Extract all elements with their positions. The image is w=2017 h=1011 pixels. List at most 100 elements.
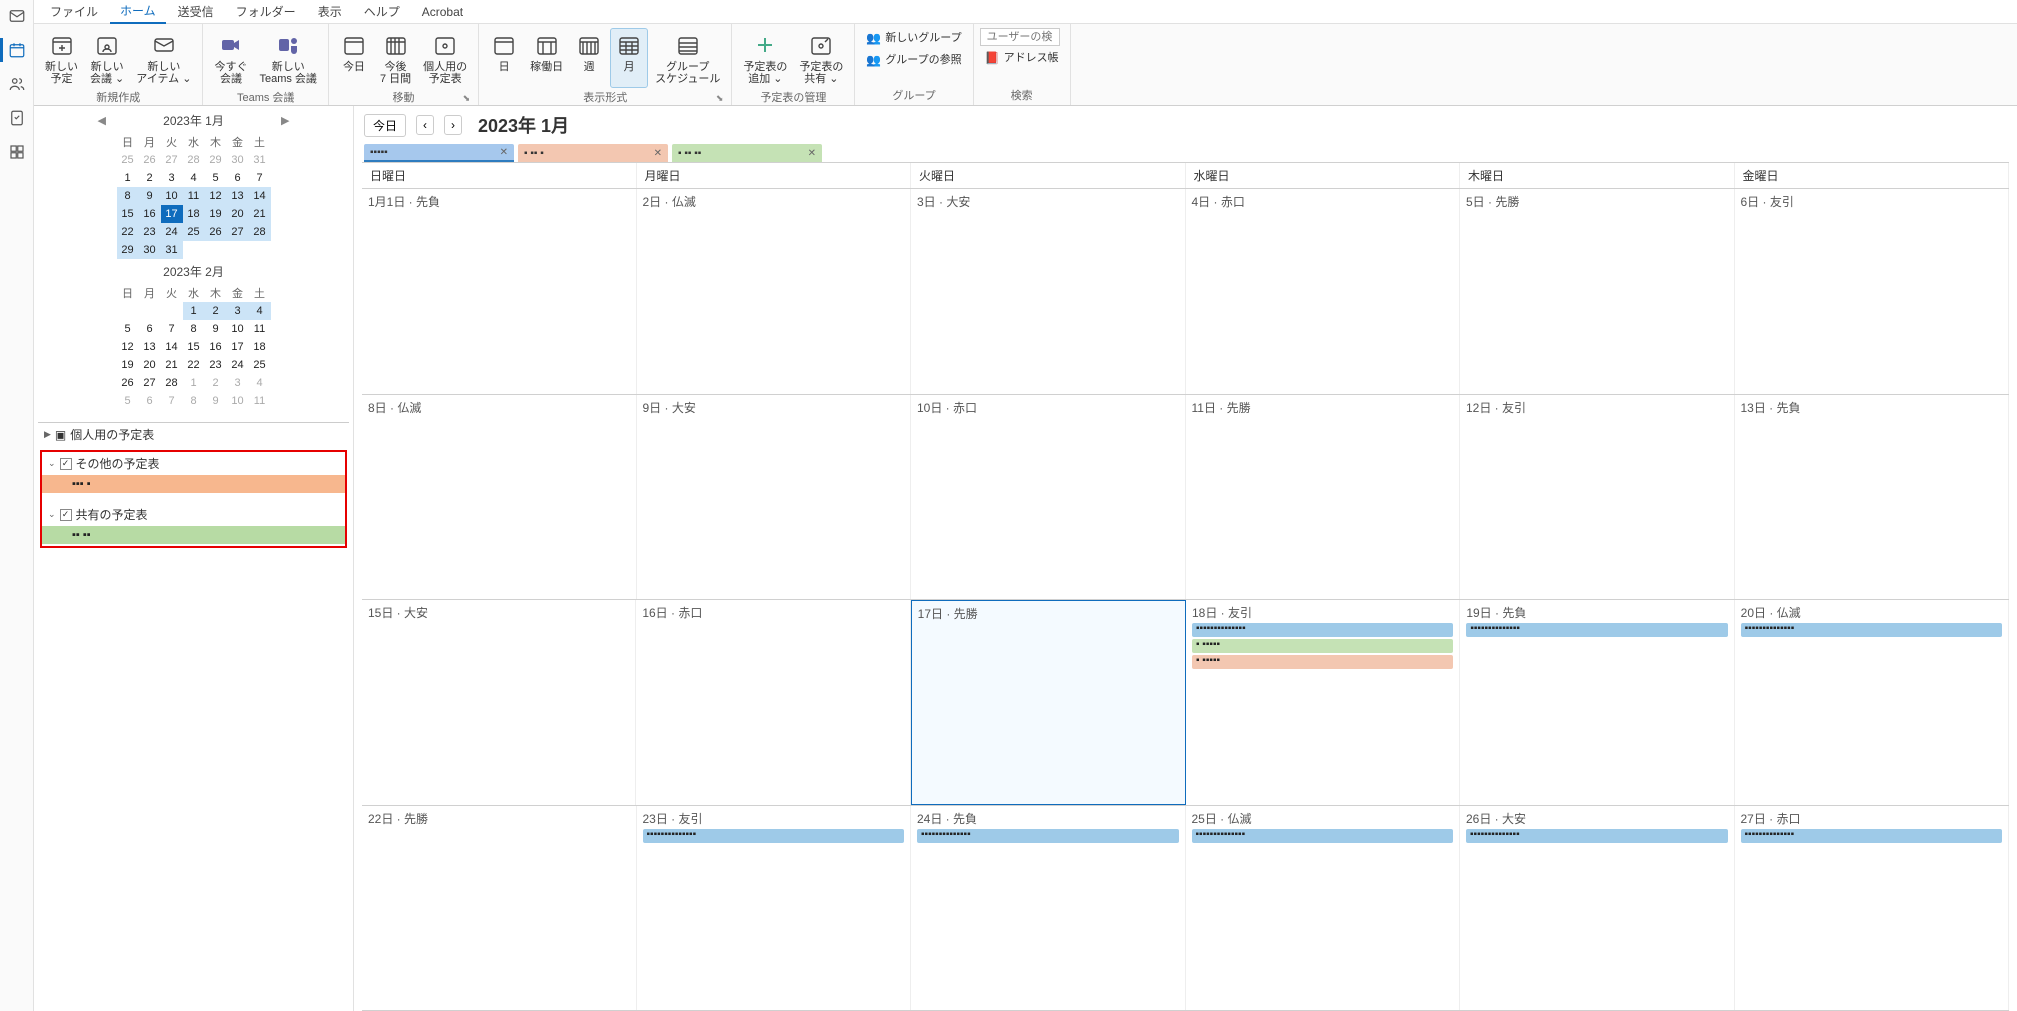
minical-day[interactable]: 27 xyxy=(227,223,249,241)
minical-day[interactable]: 26 xyxy=(205,223,227,241)
calendar-item-shared[interactable]: ▪▪ ▪▪ xyxy=(42,526,345,544)
minical-day[interactable]: 26 xyxy=(117,374,139,392)
minical-day[interactable]: 16 xyxy=(205,338,227,356)
meet-now-button[interactable]: 今すぐ 会議 xyxy=(209,28,252,88)
minical-grid[interactable]: 日月火水木金土252627282930311234567891011121314… xyxy=(117,133,271,259)
minical-day[interactable] xyxy=(249,241,271,259)
minical-day[interactable]: 17 xyxy=(227,338,249,356)
event-item[interactable]: ▪▪▪▪▪▪▪▪▪▪▪▪▪▪ xyxy=(1741,623,2002,637)
address-book-button[interactable]: 📕アドレス帳 xyxy=(980,48,1064,68)
minical-day[interactable]: 22 xyxy=(183,356,205,374)
launcher-icon[interactable]: ⬊ xyxy=(716,93,724,104)
view-week-button[interactable]: 週 xyxy=(570,28,608,88)
minical-day[interactable]: 3 xyxy=(227,374,249,392)
minical-day[interactable]: 31 xyxy=(249,151,271,169)
view-workweek-button[interactable]: 稼働日 xyxy=(525,28,568,88)
minical-day[interactable]: 1 xyxy=(117,169,139,187)
tab-sendreceive[interactable]: 送受信 xyxy=(168,0,224,23)
minical-day[interactable]: 23 xyxy=(139,223,161,241)
minical-day[interactable]: 4 xyxy=(249,374,271,392)
minical-day[interactable]: 25 xyxy=(183,223,205,241)
minical-day[interactable]: 3 xyxy=(161,169,183,187)
minical-day[interactable]: 18 xyxy=(183,205,205,223)
day-cell[interactable]: 4日 · 赤口 xyxy=(1186,189,1461,394)
event-item[interactable]: ▪▪▪▪▪▪▪▪▪▪▪▪▪▪ xyxy=(1192,623,1453,637)
other-calendars-header[interactable]: ⌄ ✓ その他の予定表 xyxy=(42,452,345,475)
minical-day[interactable]: 9 xyxy=(205,392,227,410)
more-icon[interactable] xyxy=(7,142,27,162)
minical-day[interactable] xyxy=(161,302,183,320)
view-day-button[interactable]: 日 xyxy=(485,28,523,88)
minical-day[interactable]: 26 xyxy=(139,151,161,169)
minical-day[interactable]: 15 xyxy=(183,338,205,356)
new-items-button[interactable]: 新しい アイテム ⌄ xyxy=(131,28,196,88)
day-cell[interactable]: 3日 · 大安 xyxy=(911,189,1186,394)
minical-day[interactable]: 9 xyxy=(139,187,161,205)
launcher-icon[interactable]: ⬊ xyxy=(463,93,471,104)
minical-day[interactable]: 15 xyxy=(117,205,139,223)
minical-day[interactable]: 19 xyxy=(117,356,139,374)
tab-help[interactable]: ヘルプ xyxy=(354,0,410,23)
minical-day[interactable]: 12 xyxy=(117,338,139,356)
minical-day[interactable]: 2 xyxy=(205,302,227,320)
personal-calendar-button[interactable]: 個人用の 予定表 xyxy=(418,28,472,88)
minical-day[interactable]: 7 xyxy=(161,392,183,410)
event-item[interactable]: ▪ ▪▪▪▪▪ xyxy=(1192,639,1453,653)
minical-day[interactable] xyxy=(205,241,227,259)
close-icon[interactable]: ✕ xyxy=(808,148,816,159)
event-item[interactable]: ▪▪▪▪▪▪▪▪▪▪▪▪▪▪ xyxy=(917,829,1179,843)
minical-day[interactable]: 25 xyxy=(249,356,271,374)
checkbox-icon[interactable]: ✓ xyxy=(60,509,72,521)
people-icon[interactable] xyxy=(7,74,27,94)
minical-day[interactable]: 29 xyxy=(117,241,139,259)
close-icon[interactable]: ✕ xyxy=(500,147,508,158)
view-month-button[interactable]: 月 xyxy=(610,28,648,88)
next-period-button[interactable]: › xyxy=(444,115,462,135)
minical-day[interactable]: 4 xyxy=(249,302,271,320)
event-item[interactable]: ▪ ▪▪▪▪▪ xyxy=(1192,655,1453,669)
event-item[interactable]: ▪▪▪▪▪▪▪▪▪▪▪▪▪▪ xyxy=(1466,623,1727,637)
day-cell[interactable]: 5日 · 先勝 xyxy=(1460,189,1735,394)
month-grid[interactable]: 1月1日 · 先負2日 · 仏滅3日 · 大安4日 · 赤口5日 · 先勝6日 … xyxy=(362,189,2009,1011)
minical-day[interactable]: 23 xyxy=(205,356,227,374)
minical-day[interactable]: 16 xyxy=(139,205,161,223)
minical-day[interactable]: 5 xyxy=(117,320,139,338)
minical-day[interactable]: 6 xyxy=(139,392,161,410)
day-cell[interactable]: 1月1日 · 先負 xyxy=(362,189,637,394)
minical-day[interactable]: 13 xyxy=(227,187,249,205)
event-item[interactable]: ▪▪▪▪▪▪▪▪▪▪▪▪▪▪ xyxy=(1192,829,1454,843)
day-cell[interactable]: 18日 · 友引▪▪▪▪▪▪▪▪▪▪▪▪▪▪▪ ▪▪▪▪▪▪ ▪▪▪▪▪ xyxy=(1186,600,1460,805)
overlay-tab[interactable]: ▪▪▪▪▪✕ xyxy=(364,144,514,162)
next-month-icon[interactable]: ▶ xyxy=(277,114,293,127)
minical-day[interactable]: 11 xyxy=(183,187,205,205)
day-cell[interactable]: 17日 · 先勝 xyxy=(911,600,1186,805)
next-7-days-button[interactable]: 今後 7 日間 xyxy=(375,28,416,88)
view-schedule-button[interactable]: グループ スケジュール xyxy=(650,28,725,88)
minical-day[interactable]: 28 xyxy=(249,223,271,241)
checkbox-icon[interactable]: ✓ xyxy=(60,458,72,470)
day-cell[interactable]: 26日 · 大安▪▪▪▪▪▪▪▪▪▪▪▪▪▪ xyxy=(1460,806,1735,1011)
minical-day[interactable]: 27 xyxy=(139,374,161,392)
tab-acrobat[interactable]: Acrobat xyxy=(412,2,473,22)
event-item[interactable]: ▪▪▪▪▪▪▪▪▪▪▪▪▪▪ xyxy=(643,829,905,843)
overlay-tab[interactable]: ▪ ▪▪ ▪✕ xyxy=(518,144,668,162)
overlay-tab[interactable]: ▪ ▪▪ ▪▪✕ xyxy=(672,144,822,162)
minical-day[interactable]: 14 xyxy=(249,187,271,205)
day-cell[interactable]: 23日 · 友引▪▪▪▪▪▪▪▪▪▪▪▪▪▪ xyxy=(637,806,912,1011)
minical-day[interactable]: 17 xyxy=(161,205,183,223)
day-cell[interactable]: 27日 · 赤口▪▪▪▪▪▪▪▪▪▪▪▪▪▪ xyxy=(1735,806,2010,1011)
tab-file[interactable]: ファイル xyxy=(40,0,108,23)
day-cell[interactable]: 2日 · 仏滅 xyxy=(637,189,912,394)
minical-day[interactable]: 9 xyxy=(205,320,227,338)
prev-month-icon[interactable]: ◀ xyxy=(94,114,110,127)
minical-day[interactable]: 28 xyxy=(183,151,205,169)
day-cell[interactable]: 6日 · 友引 xyxy=(1735,189,2010,394)
minical-day[interactable]: 10 xyxy=(227,320,249,338)
minical-day[interactable]: 19 xyxy=(205,205,227,223)
day-cell[interactable]: 12日 · 友引 xyxy=(1460,395,1735,600)
my-calendars-header[interactable]: ▶ ▣ 個人用の予定表 xyxy=(38,422,349,446)
shared-calendars-header[interactable]: ⌄ ✓ 共有の予定表 xyxy=(42,503,345,526)
minical-day[interactable]: 11 xyxy=(249,320,271,338)
minical-day[interactable]: 14 xyxy=(161,338,183,356)
minical-day[interactable]: 20 xyxy=(139,356,161,374)
